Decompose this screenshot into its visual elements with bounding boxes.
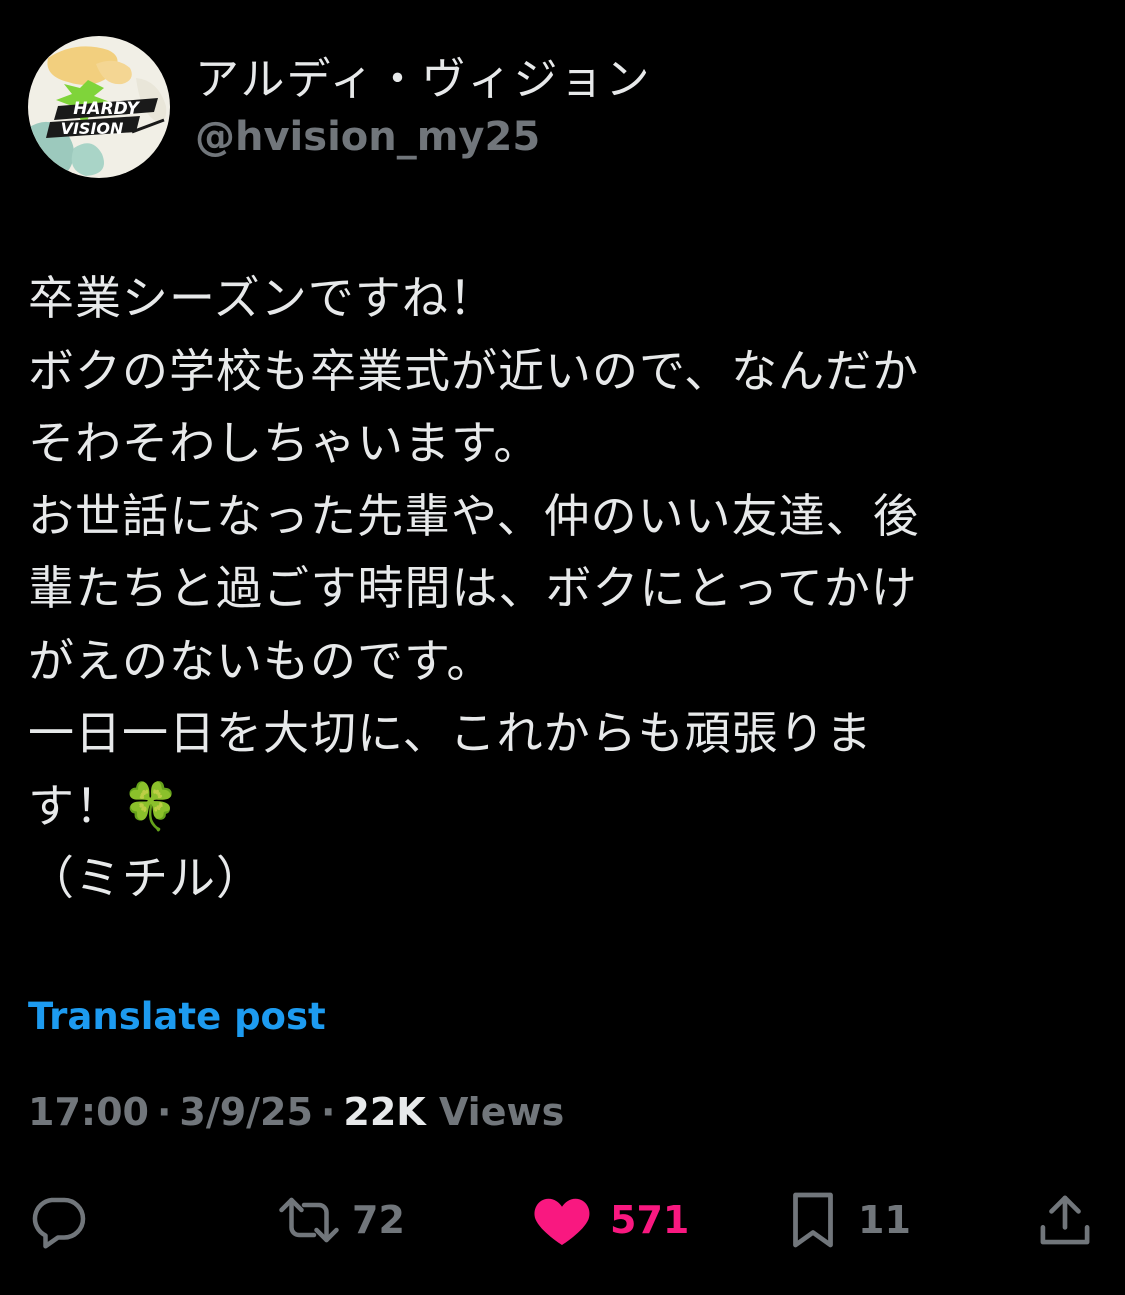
post-text-line: 一日一日を大切に、これからも頑張りま — [28, 706, 873, 760]
post-meta: 17:00 · 3/9/25 · 22K Views — [28, 1090, 564, 1134]
post-text-line: す！🍀 — [28, 778, 181, 833]
post-text-line: がえのないものです。 — [28, 633, 494, 688]
bookmark-button[interactable]: 11 — [790, 1180, 911, 1260]
share-icon — [1038, 1190, 1092, 1250]
avatar-logo-text-hardy: HARDY — [73, 99, 140, 119]
author-handle[interactable]: @hvision_my25 — [195, 111, 651, 163]
action-bar: 72 571 11 — [0, 1180, 1125, 1260]
views-count[interactable]: 22K — [343, 1090, 425, 1134]
post-header: HARDY VISION アルディ・ヴィジョン @hvision_my25 — [28, 36, 651, 178]
post-text-line: そわそわしちゃいます。 — [28, 416, 541, 470]
bookmark-count: 11 — [858, 1198, 911, 1242]
post-text-line: お世話になった先輩や、仲のいい友達、後 — [28, 488, 920, 543]
reply-button[interactable] — [28, 1180, 88, 1260]
post-text-line: 卒業シーズンですね！ — [28, 271, 496, 325]
post-text-line: 輩たちと過ごす時間は、ボクにとってかけ — [28, 561, 918, 615]
like-count: 571 — [610, 1198, 690, 1242]
author-names: アルディ・ヴィジョン @hvision_my25 — [195, 51, 651, 162]
reply-icon — [28, 1190, 88, 1250]
post-text: 卒業シーズンですね！ ボクの学校も卒業式が近いので、なんだか そわそわしちゃいま… — [28, 262, 1103, 915]
repost-icon — [276, 1190, 342, 1250]
translate-post-link[interactable]: Translate post — [28, 995, 326, 1038]
share-button[interactable] — [1038, 1180, 1092, 1260]
bookmark-icon — [790, 1190, 836, 1250]
like-button[interactable]: 571 — [532, 1180, 689, 1260]
avatar[interactable]: HARDY VISION — [28, 36, 170, 178]
meta-separator: · — [156, 1090, 172, 1134]
author-display-name[interactable]: アルディ・ヴィジョン — [195, 51, 651, 108]
avatar-logo-text-vision: VISION — [61, 119, 124, 138]
meta-separator: · — [320, 1090, 336, 1134]
repost-button[interactable]: 72 — [276, 1180, 405, 1260]
post-text-line: ボクの学校も卒業式が近いので、なんだか — [28, 343, 920, 398]
repost-count: 72 — [352, 1198, 405, 1242]
heart-icon — [532, 1192, 592, 1248]
views-label: Views — [438, 1090, 565, 1134]
post-text-line: （ミチル） — [28, 851, 263, 905]
post-date[interactable]: 3/9/25 — [179, 1090, 313, 1134]
post-time[interactable]: 17:00 — [28, 1090, 149, 1134]
